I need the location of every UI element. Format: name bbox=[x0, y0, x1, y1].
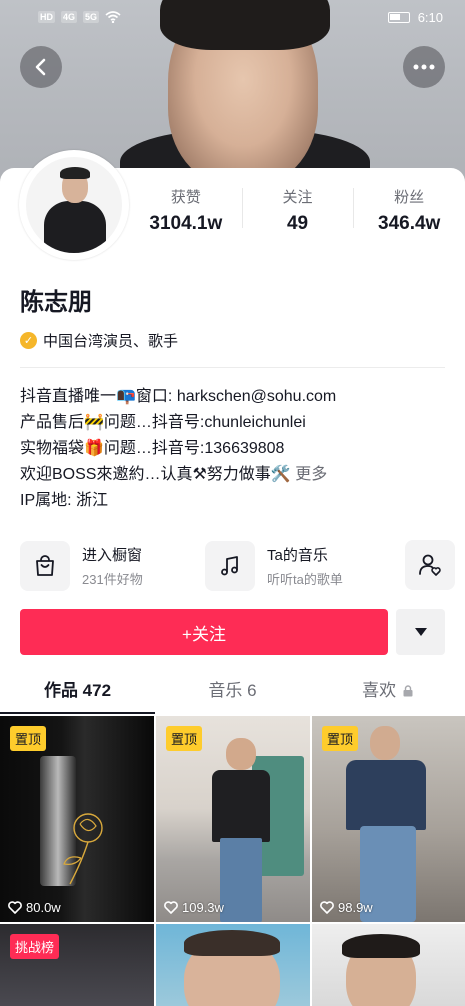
video-thumbnail[interactable]: 挑战榜 bbox=[0, 924, 154, 1006]
user-heart-icon bbox=[419, 554, 441, 576]
thumbnail-hair bbox=[184, 930, 280, 956]
verification-text: 中国台湾演员、歌手 bbox=[43, 333, 179, 350]
network-indicators: HD 4G 5G bbox=[38, 11, 121, 23]
music-note-icon bbox=[205, 541, 255, 591]
tab-likes[interactable]: 喜欢 bbox=[310, 668, 465, 714]
stat-following-label: 关注 bbox=[282, 189, 313, 206]
video-thumbnail[interactable] bbox=[312, 924, 465, 1006]
avatar-body bbox=[44, 201, 106, 253]
rose-icon bbox=[63, 813, 103, 885]
bio-line-last: 欢迎BOSS來邀約…认真⚒努力做事🛠️ 更多 bbox=[20, 462, 450, 488]
verification-row: ✓ 中国台湾演员、歌手 bbox=[20, 330, 178, 351]
profile-name: 陈志朋 bbox=[20, 289, 92, 316]
stat-likes-label: 获赞 bbox=[170, 189, 201, 206]
shortcut-row: 进入橱窗 231件好物 Ta的音乐 听听ta的歌单 bbox=[20, 540, 455, 592]
thumbnail-figure-body bbox=[346, 760, 426, 830]
bio-line: 实物福袋🎁问题…抖音号:136639808 bbox=[20, 440, 285, 457]
stat-followers-value: 346.4w bbox=[378, 213, 441, 234]
wifi-icon bbox=[105, 11, 121, 23]
recommend-dropdown-button[interactable] bbox=[396, 609, 445, 655]
stat-following[interactable]: 关注 49 bbox=[241, 184, 354, 234]
profile-bio: 抖音直播唯一📭窗口: harkschen@sohu.com 产品售后🚧问题…抖音… bbox=[20, 384, 450, 514]
tab-works[interactable]: 作品 472 bbox=[0, 668, 155, 714]
thumbnail-hair bbox=[342, 934, 420, 958]
status-right: 6:10 bbox=[387, 9, 443, 25]
shop-window-title: 进入橱窗 bbox=[82, 547, 143, 564]
ip-location: IP属地: 浙江 bbox=[20, 492, 109, 509]
pinned-badge: 置顶 bbox=[166, 726, 203, 751]
chevron-left-icon bbox=[35, 58, 46, 76]
tab-music[interactable]: 音乐 6 bbox=[155, 668, 310, 714]
thumbnail-figure-head bbox=[370, 726, 400, 760]
video-likes: 109.3w bbox=[164, 900, 224, 915]
video-likes-count: 98.9w bbox=[338, 900, 373, 915]
bio-more-link[interactable]: 更多 bbox=[295, 466, 327, 483]
divider bbox=[20, 367, 445, 368]
video-grid: 置顶 80.0w 置顶 109.3w 置顶 98.9w 挑战榜 bbox=[0, 716, 465, 1006]
thumbnail-figure-head bbox=[226, 738, 256, 770]
stat-followers-label: 粉丝 bbox=[394, 189, 425, 206]
5g-indicator: 5G bbox=[83, 11, 100, 23]
more-horizontal-icon bbox=[413, 64, 435, 70]
status-bar: HD 4G 5G 6:10 bbox=[0, 0, 465, 34]
back-button[interactable] bbox=[20, 46, 62, 88]
heart-icon bbox=[164, 901, 178, 914]
video-likes-count: 80.0w bbox=[26, 900, 61, 915]
stat-followers[interactable]: 粉丝 346.4w bbox=[353, 184, 465, 234]
hd-indicator: HD bbox=[38, 11, 55, 23]
music-shortcut[interactable]: Ta的音乐 听听ta的歌单 bbox=[205, 540, 395, 592]
avatar-hair bbox=[60, 167, 90, 179]
battery-icon bbox=[387, 11, 410, 23]
video-thumbnail[interactable]: 置顶 98.9w bbox=[312, 716, 465, 922]
shop-window-subtitle: 231件好物 bbox=[82, 572, 143, 587]
stat-following-value: 49 bbox=[286, 213, 309, 234]
more-button[interactable] bbox=[403, 46, 445, 88]
caret-down-icon bbox=[414, 628, 427, 636]
stat-likes-value: 3104.1w bbox=[149, 213, 223, 234]
video-likes-count: 109.3w bbox=[182, 900, 224, 915]
heart-icon bbox=[320, 901, 334, 914]
tab-likes-label: 喜欢 bbox=[362, 681, 397, 700]
thumbnail-figure-body bbox=[212, 770, 270, 842]
video-likes: 98.9w bbox=[320, 900, 373, 915]
stat-likes[interactable]: 获赞 3104.1w bbox=[130, 184, 242, 234]
bio-line: 欢迎BOSS來邀約…认真⚒努力做事🛠️ bbox=[20, 466, 291, 483]
shopping-bag-icon bbox=[20, 541, 70, 591]
video-thumbnail[interactable] bbox=[156, 924, 310, 1006]
music-subtitle: 听听ta的歌单 bbox=[267, 572, 343, 587]
music-title: Ta的音乐 bbox=[267, 547, 328, 564]
avatar[interactable] bbox=[19, 150, 129, 260]
pinned-badge: 置顶 bbox=[322, 726, 359, 751]
video-likes: 80.0w bbox=[8, 900, 61, 915]
4g-indicator: 4G bbox=[61, 11, 78, 23]
verified-check-icon: ✓ bbox=[20, 332, 37, 349]
pinned-badge: 置顶 bbox=[10, 726, 47, 751]
video-thumbnail[interactable]: 置顶 109.3w bbox=[156, 716, 310, 922]
bio-line: 产品售后🚧问题…抖音号:chunleichunlei bbox=[20, 414, 306, 431]
shop-window-shortcut[interactable]: 进入橱窗 231件好物 bbox=[20, 540, 195, 592]
avatar-photo bbox=[26, 157, 122, 253]
lock-icon bbox=[403, 685, 413, 697]
video-thumbnail[interactable]: 置顶 80.0w bbox=[0, 716, 154, 922]
follow-button[interactable]: +关注 bbox=[20, 609, 388, 655]
add-friend-button[interactable] bbox=[405, 540, 455, 590]
clock: 6:10 bbox=[417, 9, 443, 25]
bio-line: 抖音直播唯一📭窗口: harkschen@sohu.com bbox=[20, 388, 337, 405]
thumbnail-figure-legs bbox=[220, 838, 262, 922]
content-tabs: 作品 472 音乐 6 喜欢 bbox=[0, 668, 465, 714]
profile-stats: 获赞 3104.1w 关注 49 粉丝 346.4w bbox=[130, 184, 465, 234]
heart-icon bbox=[8, 901, 22, 914]
challenge-chart-badge: 挑战榜 bbox=[10, 934, 60, 959]
